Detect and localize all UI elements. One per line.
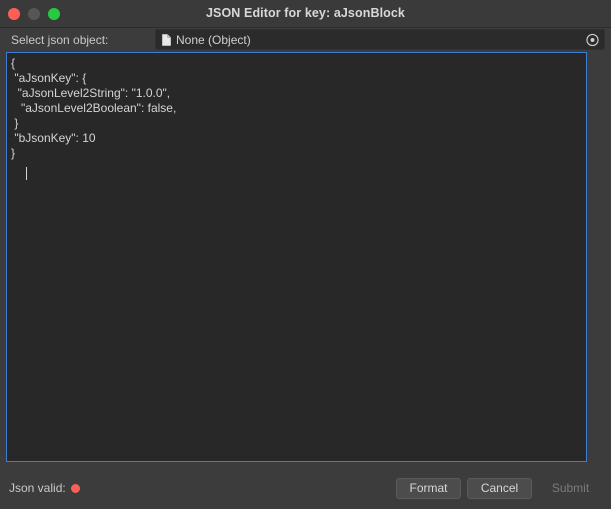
- dialog-footer: Json valid: Format Cancel Submit: [0, 462, 611, 509]
- json-validity-label: Json valid:: [9, 481, 66, 495]
- format-button[interactable]: Format: [396, 478, 461, 499]
- text-caret: [26, 167, 27, 180]
- json-text-editor[interactable]: { "aJsonKey": { "aJsonLevel2String": "1.…: [6, 52, 587, 462]
- cancel-button[interactable]: Cancel: [467, 478, 532, 499]
- json-object-field[interactable]: None (Object): [155, 29, 605, 50]
- close-window-button[interactable]: [8, 8, 20, 20]
- json-editor-content[interactable]: { "aJsonKey": { "aJsonLevel2String": "1.…: [7, 53, 586, 161]
- json-validity-indicator: [71, 484, 80, 493]
- target-icon[interactable]: [586, 33, 599, 46]
- submit-button: Submit: [538, 478, 603, 499]
- window-title: JSON Editor for key: aJsonBlock: [0, 0, 611, 27]
- minimize-window-button[interactable]: [28, 8, 40, 20]
- maximize-window-button[interactable]: [48, 8, 60, 20]
- footer-button-row: Format Cancel Submit: [396, 478, 603, 499]
- json-validity-status: Json valid:: [9, 481, 80, 495]
- document-icon: [162, 34, 171, 46]
- select-json-object-label: Select json object:: [0, 33, 108, 47]
- json-editor-window: JSON Editor for key: aJsonBlock Select j…: [0, 0, 611, 509]
- window-titlebar: JSON Editor for key: aJsonBlock: [0, 0, 611, 28]
- select-json-object-row: Select json object: None (Object): [0, 28, 611, 52]
- json-object-value: None (Object): [176, 33, 251, 47]
- traffic-lights: [8, 0, 60, 27]
